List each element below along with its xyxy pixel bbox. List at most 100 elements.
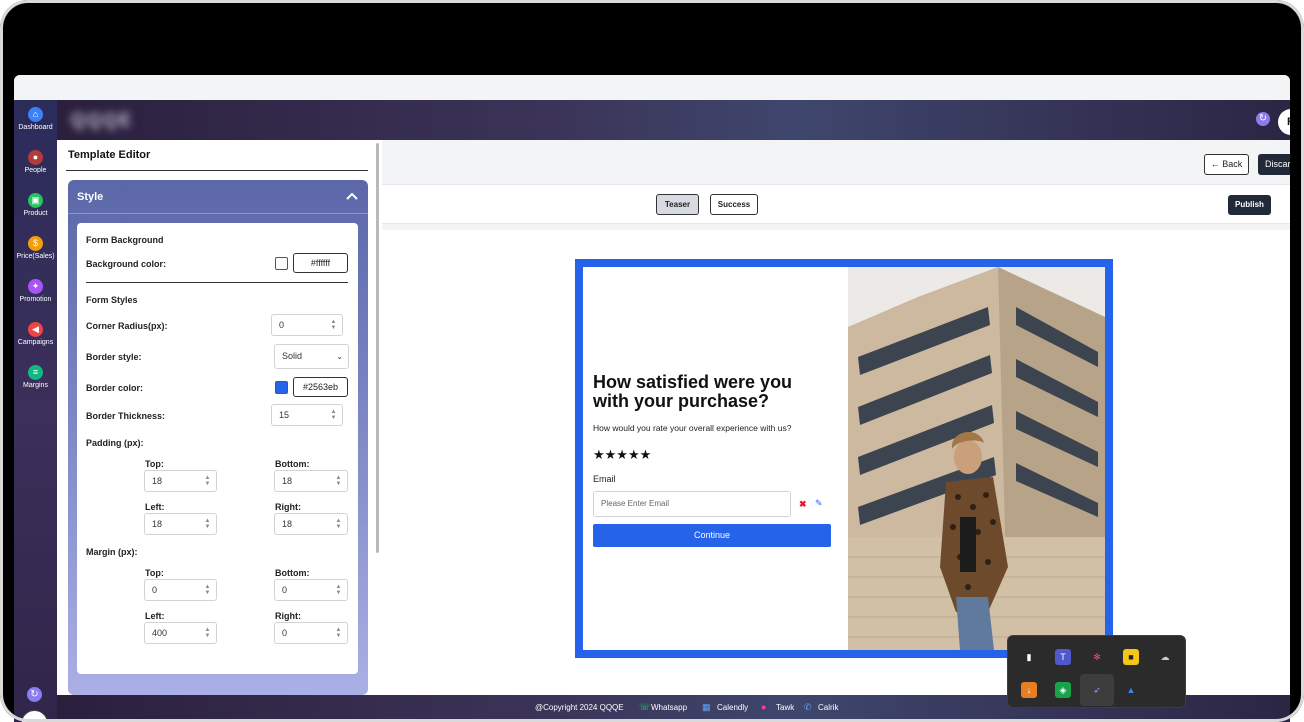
stepper-icon[interactable]: ▲ ▼ <box>204 475 211 487</box>
system-tray-popup: ▮ T ✻ ■ ☁ ↓ ◈ ➶ ▲ <box>1007 635 1186 708</box>
sidebar-item-promotion[interactable]: ✦ Promotion <box>14 279 57 303</box>
border-color-input[interactable]: #2563eb <box>293 377 348 397</box>
margin-top-label: Top: <box>145 568 164 578</box>
sync-icon[interactable]: ↻ <box>27 687 42 702</box>
sidebar-item-label: Campaigns <box>17 339 54 346</box>
slack-icon[interactable]: ✻ <box>1089 649 1105 665</box>
border-thickness-label: Border Thickness: <box>86 411 166 421</box>
margin-left-value: 400 <box>152 628 168 638</box>
margin-bottom-input[interactable]: 0 ▲ ▼ <box>274 579 348 601</box>
feather-icon[interactable]: ➶ <box>1089 682 1105 698</box>
footer-link-tawk[interactable]: Tawk <box>776 703 794 712</box>
sidebar-item-margins[interactable]: ≡ Margins <box>14 365 57 389</box>
tab-teaser[interactable]: Teaser <box>656 194 699 215</box>
footer-link-calendly[interactable]: Calendly <box>717 703 748 712</box>
teams-icon[interactable]: T <box>1055 649 1071 665</box>
background-color-label: Background color: <box>86 259 167 269</box>
border-thickness-input[interactable]: 15 ▲ ▼ <box>271 404 343 426</box>
pencil-icon[interactable]: ✎ <box>815 498 823 509</box>
stepper-icon[interactable]: ▲ ▼ <box>204 584 211 596</box>
chevron-up-icon[interactable] <box>346 191 358 203</box>
download-icon[interactable]: ↓ <box>1021 682 1037 698</box>
sidebar-item-label: Margins <box>23 382 48 389</box>
email-label: Email <box>593 474 616 484</box>
padding-right-input[interactable]: 18 ▲ ▼ <box>274 513 348 535</box>
delete-icon[interactable]: ✖ <box>799 499 807 510</box>
stepper-icon[interactable]: ▲ ▼ <box>204 518 211 530</box>
padding-bottom-input[interactable]: 18 ▲ ▼ <box>274 470 348 492</box>
scrollbar[interactable] <box>376 143 379 553</box>
browser-strip <box>14 75 1290 100</box>
sidebar-item-dashboard[interactable]: ⌂ Dashboard <box>14 107 57 131</box>
stepper-icon[interactable]: ▲ ▼ <box>335 475 342 487</box>
margin-left-input[interactable]: 400 ▲ ▼ <box>144 622 217 644</box>
margin-top-input[interactable]: 0 ▲ ▼ <box>144 579 217 601</box>
border-style-select[interactable]: Solid ⌄ <box>274 344 349 369</box>
cloud-offline-icon[interactable]: ☁ <box>1157 649 1173 665</box>
phone-icon: ✆ <box>804 702 812 712</box>
sticky-note-icon[interactable]: ■ <box>1123 649 1139 665</box>
sidebar-item-label: Product <box>23 210 48 217</box>
continue-button[interactable]: Continue <box>593 524 831 547</box>
stepper-icon[interactable]: ▲ ▼ <box>335 584 342 596</box>
footer-link-whatsapp[interactable]: Whatsapp <box>651 703 687 712</box>
border-color-swatch[interactable] <box>275 381 288 394</box>
chevron-down-icon: ⌄ <box>336 352 343 361</box>
user-avatar[interactable]: R <box>1278 109 1290 135</box>
style-section-title: Style <box>77 191 104 203</box>
padding-bottom-value: 18 <box>282 476 293 486</box>
sidebar-item-label: Promotion <box>19 296 52 303</box>
footer-link-calrik[interactable]: Calrik <box>818 703 838 712</box>
background-color-input[interactable]: #ffffff <box>293 253 348 273</box>
preview-canvas: How satisfied were you with your purchas… <box>382 230 1290 695</box>
star-rating[interactable]: ★★★★★ <box>593 447 651 463</box>
stepper-icon[interactable]: ▲ ▼ <box>204 627 211 639</box>
border-style-value: Solid <box>282 351 303 361</box>
sidebar-item-people[interactable]: ● People <box>14 150 57 174</box>
padding-left-value: 18 <box>152 519 163 529</box>
sidebar-item-label: Dashboard <box>18 124 53 131</box>
whatsapp-icon: ☏ <box>639 702 651 712</box>
padding-left-label: Left: <box>145 502 165 512</box>
margin-right-value: 0 <box>282 628 288 638</box>
tab-success[interactable]: Success <box>710 194 758 215</box>
publish-button[interactable]: Publish <box>1228 195 1271 215</box>
clipboard-icon[interactable]: ▮ <box>1021 649 1037 665</box>
stepper-icon[interactable]: ▲ ▼ <box>330 409 337 421</box>
border-color-label: Border color: <box>86 383 144 393</box>
user-avatar[interactable]: RS <box>21 710 48 722</box>
divider <box>86 282 348 283</box>
sidebar-item-product[interactable]: ▣ Product <box>14 193 57 217</box>
sidebar-item-campaigns[interactable]: ◀ Campaigns <box>14 322 57 346</box>
brand-logo: QQQE <box>71 110 134 130</box>
stepper-icon[interactable]: ▲ ▼ <box>330 319 337 331</box>
margin-bottom-label: Bottom: <box>275 568 310 578</box>
stepper-icon[interactable]: ▲ ▼ <box>335 518 342 530</box>
corner-radius-input[interactable]: 0 ▲ ▼ <box>271 314 343 336</box>
copyright-text: @Copyright 2024 QQQE <box>535 703 624 712</box>
stepper-icon[interactable]: ▲ ▼ <box>335 627 342 639</box>
padding-top-input[interactable]: 18 ▲ ▼ <box>144 470 217 492</box>
corner-radius-value: 0 <box>279 320 285 330</box>
divider <box>66 170 368 171</box>
sidebar: ⌂ Dashboard ● People ▣ Product $ Price(S… <box>14 100 57 722</box>
sidebar-item-price[interactable]: $ Price(Sales) <box>14 236 57 260</box>
border-style-label: Border style: <box>86 352 142 362</box>
defender-warning-icon[interactable]: ▲ <box>1123 682 1139 698</box>
shield-icon[interactable]: ◈ <box>1055 682 1071 698</box>
preview-subtitle: How would you rate your overall experien… <box>593 423 792 433</box>
padding-left-input[interactable]: 18 ▲ ▼ <box>144 513 217 535</box>
margin-right-input[interactable]: 0 ▲ ▼ <box>274 622 348 644</box>
sync-icon[interactable]: ↻ <box>1256 112 1270 126</box>
building-photo <box>848 267 1105 650</box>
style-section-header[interactable]: Style <box>68 180 368 214</box>
background-color-swatch[interactable] <box>275 257 288 270</box>
template-tabs: Teaser Success Publish <box>382 184 1290 224</box>
padding-top-value: 18 <box>152 476 163 486</box>
email-field[interactable]: Please Enter Email <box>593 491 791 517</box>
form-styles-heading: Form Styles <box>86 295 138 305</box>
device-frame: QQQE ↻ R ⌂ Dashboard ● People ▣ Product … <box>0 0 1304 722</box>
back-button[interactable]: ← Back <box>1204 154 1249 175</box>
border-thickness-value: 15 <box>279 410 290 420</box>
discard-button[interactable]: Discard <box>1258 154 1290 175</box>
